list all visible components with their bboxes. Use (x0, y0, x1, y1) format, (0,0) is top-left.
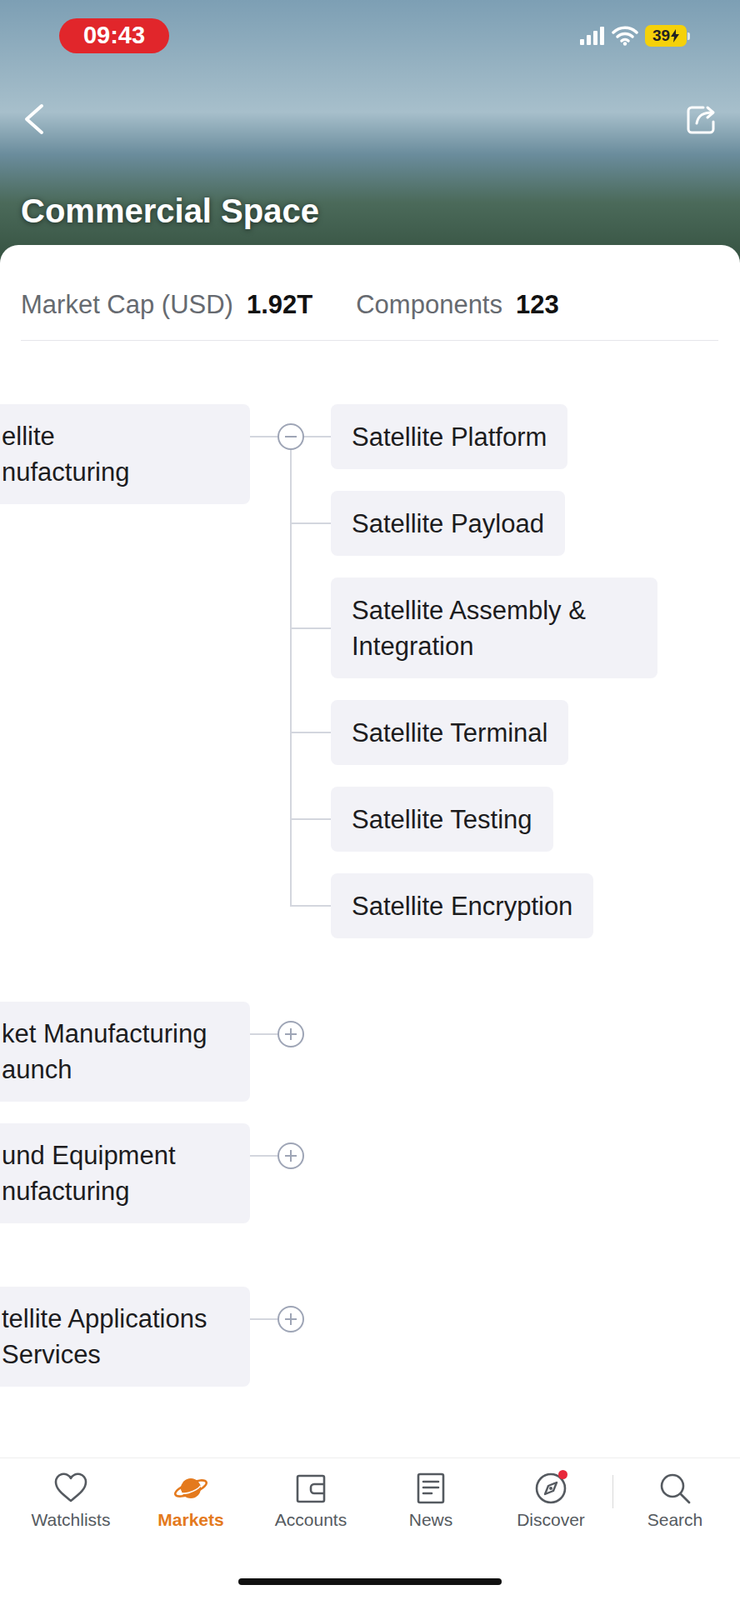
tab-item[interactable]: News (370, 1470, 491, 1531)
back-arrow-icon[interactable] (21, 102, 47, 136)
home-indicator (238, 1578, 502, 1585)
subcategory-list: Satellite Platform Satellite Payload Satel… (250, 404, 658, 939)
category-node[interactable]: tellite ApplicationsServices (0, 1286, 250, 1387)
tree-group: ket Manufacturingaunch (0, 1001, 740, 1102)
subcategory-row: Satellite Assembly & Integration (250, 577, 658, 700)
connector (250, 577, 331, 700)
category-node-line: aunch (1, 1051, 220, 1088)
category-node-line: ellite (1, 418, 220, 455)
tab-item[interactable]: Discover (490, 1470, 611, 1531)
subcategory-node[interactable]: Satellite Platform (330, 404, 568, 470)
category-node-line: nufacturing (1, 1173, 220, 1210)
subcategory-row: Satellite Testing (250, 786, 658, 874)
tab-item[interactable]: Watchlists (10, 1470, 131, 1531)
stat-value: 123 (515, 288, 560, 322)
status-bar: 09:43 39 (0, 18, 740, 54)
connector (250, 490, 331, 578)
category-node-line: Services (1, 1336, 220, 1373)
planet-icon (172, 1470, 210, 1507)
connector (250, 786, 331, 874)
battery: 39 (645, 25, 690, 47)
category-node-line: ket Manufacturing (1, 1015, 220, 1052)
share-icon[interactable] (685, 103, 717, 135)
status-time: 09:43 (59, 18, 170, 54)
subcategory-row (250, 1123, 331, 1189)
subcategory-row: Satellite Encryption (250, 873, 658, 939)
tree-group: tellite ApplicationsServices (0, 1286, 740, 1387)
page: 09:43 39 Commercial Space Market Cap (USD)… (0, 0, 740, 1600)
subcategory-node[interactable]: Satellite Testing (330, 786, 554, 852)
heart-icon (52, 1470, 90, 1507)
stat-item: Components 123 (355, 288, 560, 322)
stats-row: Market Cap (USD) 1.92T Components 123 (20, 288, 719, 341)
connector (250, 1286, 331, 1352)
tab-bar: WatchlistsMarketsAccountsNewsDiscoverSea… (0, 1457, 740, 1600)
wifi-icon (611, 25, 639, 46)
connector (250, 404, 331, 491)
category-node-line: tellite Applications (1, 1300, 220, 1337)
content-sheet: Market Cap (USD) 1.92T Components 123 ellite… (0, 245, 740, 1458)
header-nav (0, 100, 740, 138)
stat-value: 1.92T (246, 288, 313, 322)
subcategory-list (250, 1123, 331, 1189)
tab-item[interactable]: Search (615, 1470, 735, 1531)
tab-label: Watchlists (10, 1509, 131, 1531)
connector (250, 700, 331, 787)
tree-group: und Equipmentnufacturing (0, 1123, 740, 1224)
category-tree: ellitenufacturingSatellite PlatformSatel… (0, 404, 740, 1387)
hero-banner: 09:43 39 Commercial Space (0, 0, 740, 267)
subcategory-node[interactable]: Satellite Payload (330, 490, 565, 556)
category-node[interactable]: ellitenufacturing (0, 404, 250, 505)
subcategory-row: Satellite Payload (250, 490, 658, 578)
tree-group: ellitenufacturingSatellite PlatformSatel… (0, 404, 740, 939)
category-node[interactable]: und Equipmentnufacturing (0, 1123, 250, 1224)
tab-separator (612, 1475, 614, 1509)
subcategory-list (250, 1001, 331, 1067)
tab-label: Markets (130, 1509, 251, 1531)
compass-icon (532, 1470, 570, 1507)
expand-icon[interactable] (277, 1020, 305, 1048)
tab-item[interactable]: Accounts (250, 1470, 371, 1531)
tab-row: WatchlistsMarketsAccountsNewsDiscoverSea… (0, 1457, 740, 1531)
connector (250, 873, 331, 939)
expand-icon[interactable] (277, 1305, 305, 1333)
category-node-line: und Equipment (1, 1137, 220, 1174)
collapse-icon[interactable] (277, 423, 305, 450)
battery-level: 39 (652, 24, 670, 49)
subcategory-node[interactable]: Satellite Encryption (330, 873, 594, 939)
expand-icon[interactable] (277, 1142, 305, 1170)
stat-item: Market Cap (USD) 1.92T (20, 288, 313, 322)
search-icon (656, 1470, 694, 1507)
tab-label: News (370, 1509, 491, 1531)
status-icons: 39 (580, 25, 690, 47)
news-icon (412, 1470, 450, 1507)
subcategory-node[interactable]: Satellite Assembly & Integration (330, 577, 658, 679)
stat-label: Market Cap (USD) (20, 288, 234, 322)
page-title: Commercial Space (0, 190, 740, 231)
category-node-line: nufacturing (1, 454, 220, 490)
subcategory-row (250, 1286, 331, 1352)
signal-icon (580, 26, 605, 45)
charging-icon (670, 29, 680, 43)
stat-label: Components (355, 288, 503, 322)
subcategory-row: Satellite Terminal (250, 700, 658, 787)
badge-dot (558, 1470, 568, 1480)
connector (250, 1001, 331, 1067)
tab-label: Accounts (250, 1509, 371, 1531)
connector (250, 1123, 331, 1189)
subcategory-row (250, 1001, 331, 1067)
category-node[interactable]: ket Manufacturingaunch (0, 1001, 250, 1102)
wallet-icon (292, 1470, 330, 1507)
subcategory-list (250, 1286, 331, 1352)
subcategory-row: Satellite Platform (250, 404, 658, 491)
tab-label: Discover (490, 1509, 611, 1531)
tab-item[interactable]: Markets (130, 1470, 251, 1531)
subcategory-node[interactable]: Satellite Terminal (330, 700, 569, 765)
tab-label: Search (615, 1509, 735, 1531)
